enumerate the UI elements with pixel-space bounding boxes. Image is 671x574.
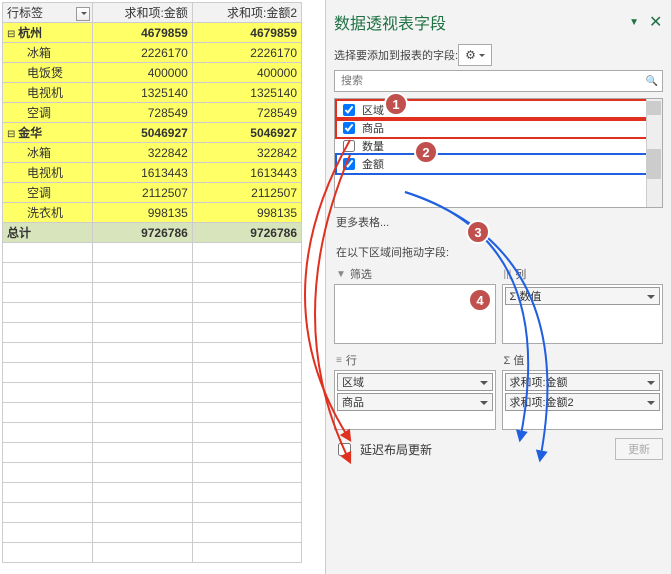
badge-3: 3 <box>466 220 490 244</box>
badge-4: 4 <box>468 288 492 312</box>
badge-1: 1 <box>384 92 408 116</box>
zone-item-sum2[interactable]: 求和项:金额2 <box>505 393 661 411</box>
pane-subtitle: 选择要添加到报表的字段: <box>334 47 458 63</box>
pivot-table[interactable]: 行标签 求和项:金额 求和项:金额2 杭州46798594679859 冰箱22… <box>2 2 302 563</box>
group-hangzhou[interactable]: 杭州 <box>3 23 93 43</box>
update-button[interactable]: 更新 <box>615 438 663 460</box>
filter-icon: ▼ <box>336 269 346 280</box>
defer-label: 延迟布局更新 <box>360 441 432 458</box>
columns-icon: ||| <box>504 269 512 280</box>
table-row[interactable]: 冰箱 <box>3 143 93 163</box>
pane-title: 数据透视表字段 <box>334 10 446 34</box>
zone-item-sum1[interactable]: 求和项:金额 <box>505 373 661 391</box>
zone-rows[interactable]: ≡行 区域 商品 <box>334 350 496 430</box>
header-sum2[interactable]: 求和项:金额2 <box>192 3 301 23</box>
field-qty[interactable]: 数量 <box>337 137 660 155</box>
close-icon[interactable]: ✕ <box>649 12 663 32</box>
field-list[interactable]: 区域 商品 数量 金额 <box>334 98 663 208</box>
search-input[interactable]: 🔍 <box>334 70 663 92</box>
drag-title: 在以下区域间拖动字段: <box>334 236 663 264</box>
defer-checkbox[interactable] <box>338 443 351 456</box>
table-row[interactable]: 电视机 <box>3 83 93 103</box>
rows-icon: ≡ <box>336 355 342 366</box>
gear-icon[interactable]: ⚙ <box>458 44 492 66</box>
header-sum1[interactable]: 求和项:金额 <box>92 3 192 23</box>
header-rowlabels[interactable]: 行标签 <box>3 3 93 23</box>
field-amount[interactable]: 金额 <box>337 155 660 173</box>
zone-item-product[interactable]: 商品 <box>337 393 493 411</box>
search-icon[interactable]: 🔍 <box>646 76 658 87</box>
table-row[interactable]: 空调 <box>3 183 93 203</box>
field-pane: 数据透视表字段 ▼ ✕ 选择要添加到报表的字段: ⚙ 🔍 区域 商品 数量 金额… <box>325 0 671 574</box>
group-jinhua[interactable]: 金华 <box>3 123 93 143</box>
table-row[interactable]: 冰箱 <box>3 43 93 63</box>
zone-item[interactable]: Σ 数值 <box>505 287 661 305</box>
table-row[interactable]: 空调 <box>3 103 93 123</box>
zone-item-region[interactable]: 区域 <box>337 373 493 391</box>
chevron-down-icon[interactable]: ▼ <box>629 17 639 28</box>
total-row: 总计 <box>3 223 93 243</box>
table-row[interactable]: 电视机 <box>3 163 93 183</box>
more-tables[interactable]: 更多表格... <box>334 208 663 236</box>
zone-values[interactable]: Σ 值 求和项:金额 求和项:金额2 <box>502 350 664 430</box>
scrollbar[interactable] <box>646 99 662 207</box>
table-row[interactable]: 电饭煲 <box>3 63 93 83</box>
table-row[interactable]: 洗衣机 <box>3 203 93 223</box>
zone-columns[interactable]: |||列 Σ 数值 <box>502 264 664 344</box>
field-product[interactable]: 商品 <box>337 119 660 137</box>
badge-2: 2 <box>414 140 438 164</box>
